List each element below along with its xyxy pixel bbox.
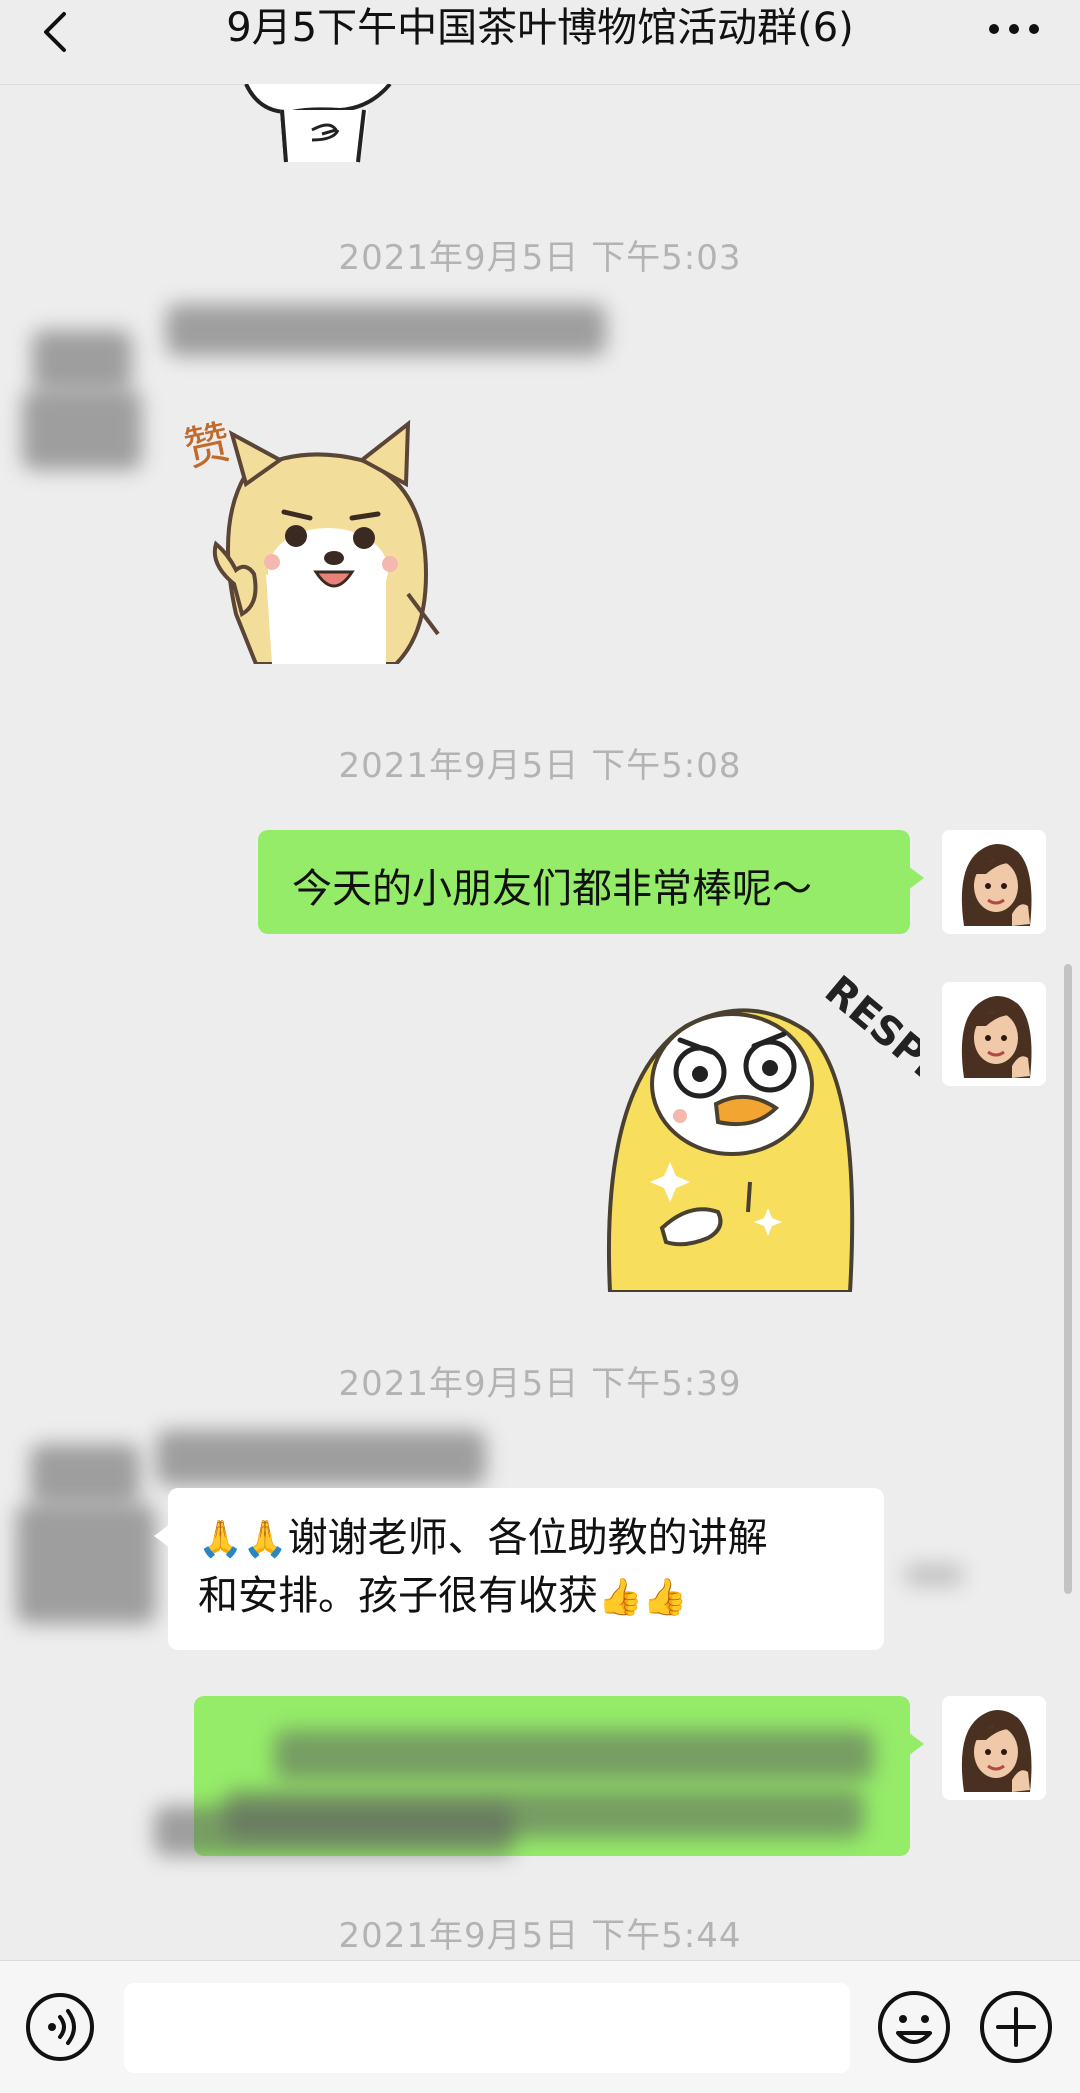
my-blurred-message-bubble[interactable] <box>154 1696 924 1856</box>
incoming-message-line-1: 🙏🙏谢谢老师、各位助教的讲解 <box>198 1515 768 1561</box>
plus-icon[interactable] <box>978 1989 1054 2065</box>
smiley-icon[interactable] <box>876 1989 952 2065</box>
voice-icon[interactable] <box>24 1991 96 2063</box>
sticker-zan-text: 赞 <box>179 415 235 477</box>
blurred-fragment <box>904 1564 964 1586</box>
blurred-avatar[interactable] <box>16 1444 156 1664</box>
incoming-message-bubble[interactable]: 🙏🙏谢谢老师、各位助教的讲解 和安排。孩子很有收获👍👍 <box>154 1488 884 1650</box>
timestamp: 2021年9月5日 下午5:08 <box>338 746 742 786</box>
sticker-shiba-thumbs-up[interactable]: 赞 <box>176 374 486 664</box>
my-avatar[interactable] <box>942 830 1046 934</box>
chat-header: 9月5下午中国茶叶博物馆活动群(6) <box>0 0 1080 85</box>
chat-scrollbar[interactable] <box>1064 964 1072 1594</box>
message-input[interactable] <box>124 1983 850 2073</box>
my-message-bubble[interactable]: 今天的小朋友们都非常棒呢～ <box>258 830 924 934</box>
timestamp: 2021年9月5日 下午5:39 <box>338 1364 742 1404</box>
blurred-avatar[interactable] <box>22 320 142 520</box>
input-bar <box>0 1960 1080 2093</box>
timestamp: 2021年9月5日 下午5:03 <box>338 238 742 278</box>
partial-sticker-top[interactable] <box>240 84 400 164</box>
sticker-duck-respect[interactable]: RESPECT <box>600 972 920 1292</box>
blurred-sender-name <box>156 1426 496 1496</box>
timestamp: 2021年9月5日 下午5:44 <box>338 1916 742 1956</box>
my-message-text: 今天的小朋友们都非常棒呢～ <box>292 866 812 912</box>
praying-hands-emoji: 🙏🙏 <box>198 1519 288 1560</box>
back-chevron-icon[interactable] <box>30 4 90 64</box>
chat-title: 9月5下午中国茶叶博物馆活动群(6) <box>226 5 854 51</box>
my-avatar[interactable] <box>942 1696 1046 1800</box>
my-avatar[interactable] <box>942 982 1046 1086</box>
chat-message-list[interactable]: 2021年9月5日 下午5:03 赞 2021年9月5日 下午5:08 今天的小… <box>0 84 1080 1960</box>
blurred-sender-name <box>166 298 616 368</box>
more-dots-icon[interactable] <box>984 12 1044 46</box>
thumbs-up-emoji: 👍👍 <box>598 1577 688 1618</box>
incoming-message-line-2: 和安排。孩子很有收获👍👍 <box>198 1573 688 1619</box>
